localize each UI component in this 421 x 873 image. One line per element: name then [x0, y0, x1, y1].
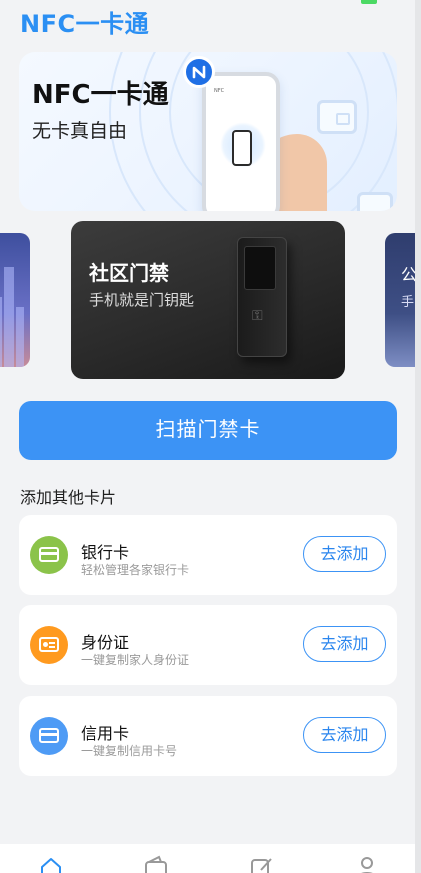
hero-title: NFC一卡通: [32, 80, 169, 110]
city-building: [0, 297, 2, 367]
card-name: 信用卡: [81, 724, 130, 743]
section-title: 添加其他卡片: [20, 488, 117, 507]
home-icon[interactable]: [38, 854, 64, 873]
hero-subtitle: 无卡真自由: [32, 120, 128, 142]
key-icon: ⚿: [252, 308, 263, 324]
phone-illustration: NFC: [202, 72, 280, 211]
card-description: 一键复制信用卡号: [81, 744, 178, 758]
page-title: NFC一卡通: [20, 10, 150, 38]
add-bank-card-button[interactable]: 去添加: [303, 536, 386, 572]
edit-icon[interactable]: [249, 854, 275, 873]
card-description: 一键复制家人身份证: [81, 653, 190, 667]
id-card-icon: [30, 626, 68, 664]
credit-card-icon: [30, 717, 68, 755]
carousel-card-community-access[interactable]: 社区门禁 手机就是门钥匙 ⚿: [71, 221, 345, 379]
door-reader-illustration: ⚿: [237, 237, 287, 357]
hero-banner[interactable]: NFC一卡通 无卡真自由 NFC: [19, 52, 397, 211]
carousel-title: 社区门禁: [89, 261, 169, 285]
wallet-icon: [317, 100, 357, 134]
card-illustration-icon: [232, 130, 252, 166]
bottom-tab-bar: [0, 844, 415, 873]
card-icon: [357, 192, 393, 211]
add-id-card-button[interactable]: 去添加: [303, 626, 386, 662]
nfc-icon: [183, 56, 215, 88]
bank-card-icon: [30, 536, 68, 574]
phone-label: NFC: [214, 88, 225, 94]
carousel-subtitle: 手机就是门钥匙: [89, 291, 195, 309]
scan-access-card-button[interactable]: 扫描门禁卡: [19, 401, 397, 460]
wallet-icon[interactable]: [143, 854, 169, 873]
city-building: [4, 267, 14, 367]
card-name: 身份证: [81, 633, 130, 652]
carousel-prev-card[interactable]: [0, 233, 30, 367]
scrollbar[interactable]: [415, 0, 421, 873]
card-description: 轻松管理各家银行卡: [81, 563, 190, 577]
card-row-bank[interactable]: 银行卡 轻松管理各家银行卡 去添加: [19, 515, 397, 595]
card-name: 银行卡: [81, 543, 130, 562]
city-building: [16, 307, 24, 367]
add-credit-card-button[interactable]: 去添加: [303, 717, 386, 753]
user-icon[interactable]: [354, 854, 380, 873]
card-row-id[interactable]: 身份证 一键复制家人身份证 去添加: [19, 605, 397, 685]
card-row-credit[interactable]: 信用卡 一键复制信用卡号 去添加: [19, 696, 397, 776]
reader-screen: [244, 246, 276, 290]
carousel-next-subtitle: 手: [401, 295, 415, 310]
battery-icon: [361, 0, 377, 4]
